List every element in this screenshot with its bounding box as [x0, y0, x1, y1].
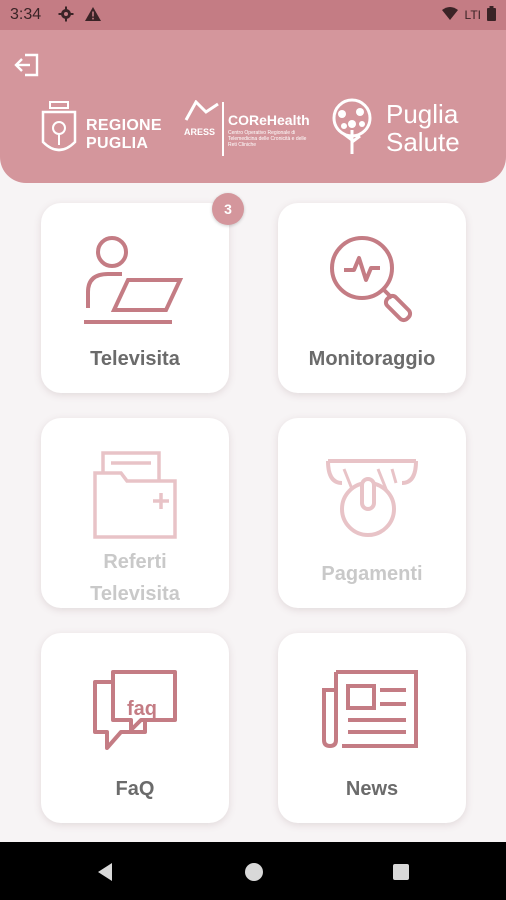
monitoraggio-icon [278, 223, 466, 333]
network-label: LTI [464, 8, 481, 22]
recents-button[interactable] [392, 863, 410, 886]
warning-icon [84, 6, 102, 27]
app-header: REGIONE PUGLIA ARESS COReHealth Centro O… [0, 30, 506, 183]
status-bar: 3:34 LTI [0, 0, 506, 30]
aress-label: ARESS [184, 127, 216, 137]
televisita-icon [41, 223, 229, 333]
settings-icon [58, 6, 74, 27]
puglia-salute-line1: Puglia [386, 99, 459, 129]
notification-badge: 3 [212, 193, 244, 225]
puglia-salute-line2: Salute [386, 127, 460, 157]
tree-icon [332, 98, 372, 154]
status-time: 3:34 [10, 6, 42, 23]
faq-label: FaQ [115, 778, 155, 800]
home-button[interactable] [244, 862, 264, 887]
referti-televisita-card[interactable]: Referti Televisita [41, 418, 229, 608]
battery-icon [487, 6, 496, 24]
referti-label-line1: Referti [103, 551, 167, 573]
newspaper-icon [278, 653, 466, 763]
regione-line1: REGIONE [86, 117, 162, 134]
regione-line2: PUGLIA [86, 135, 149, 152]
corehealth-subtitle: Centro Operativo Regionale di Telemedici… [228, 130, 307, 148]
pagamenti-card[interactable]: Pagamenti [278, 418, 466, 608]
pagamenti-label: Pagamenti [321, 563, 423, 585]
back-icon [98, 863, 112, 881]
monitoraggio-label: Monitoraggio [308, 348, 436, 370]
referti-label: Referti Televisita [41, 550, 229, 606]
televisita-card[interactable]: Televisita [41, 203, 229, 393]
monitoraggio-card[interactable]: Monitoraggio [278, 203, 466, 393]
navigation-bar [0, 842, 506, 900]
wifi-icon [441, 6, 459, 24]
logout-icon [14, 53, 39, 77]
faq-card[interactable]: faq FaQ [41, 633, 229, 823]
news-label: News [345, 778, 399, 800]
faq-icon-text: faq [127, 698, 157, 720]
faq-icon: faq [41, 653, 229, 763]
back-button[interactable] [96, 862, 114, 887]
folder-icon [41, 438, 229, 548]
logo-divider [222, 102, 224, 156]
home-icon [245, 863, 263, 881]
referti-label-line2: Televisita [90, 583, 180, 605]
aress-mark-icon [184, 99, 219, 121]
televisita-label: Televisita [90, 348, 180, 370]
recents-icon [393, 864, 409, 880]
corehealth-label: COReHealth [228, 112, 310, 128]
payment-icon [278, 438, 466, 548]
news-card[interactable]: News [278, 633, 466, 823]
logout-button[interactable] [14, 52, 42, 83]
coat-of-arms-icon [41, 101, 77, 152]
